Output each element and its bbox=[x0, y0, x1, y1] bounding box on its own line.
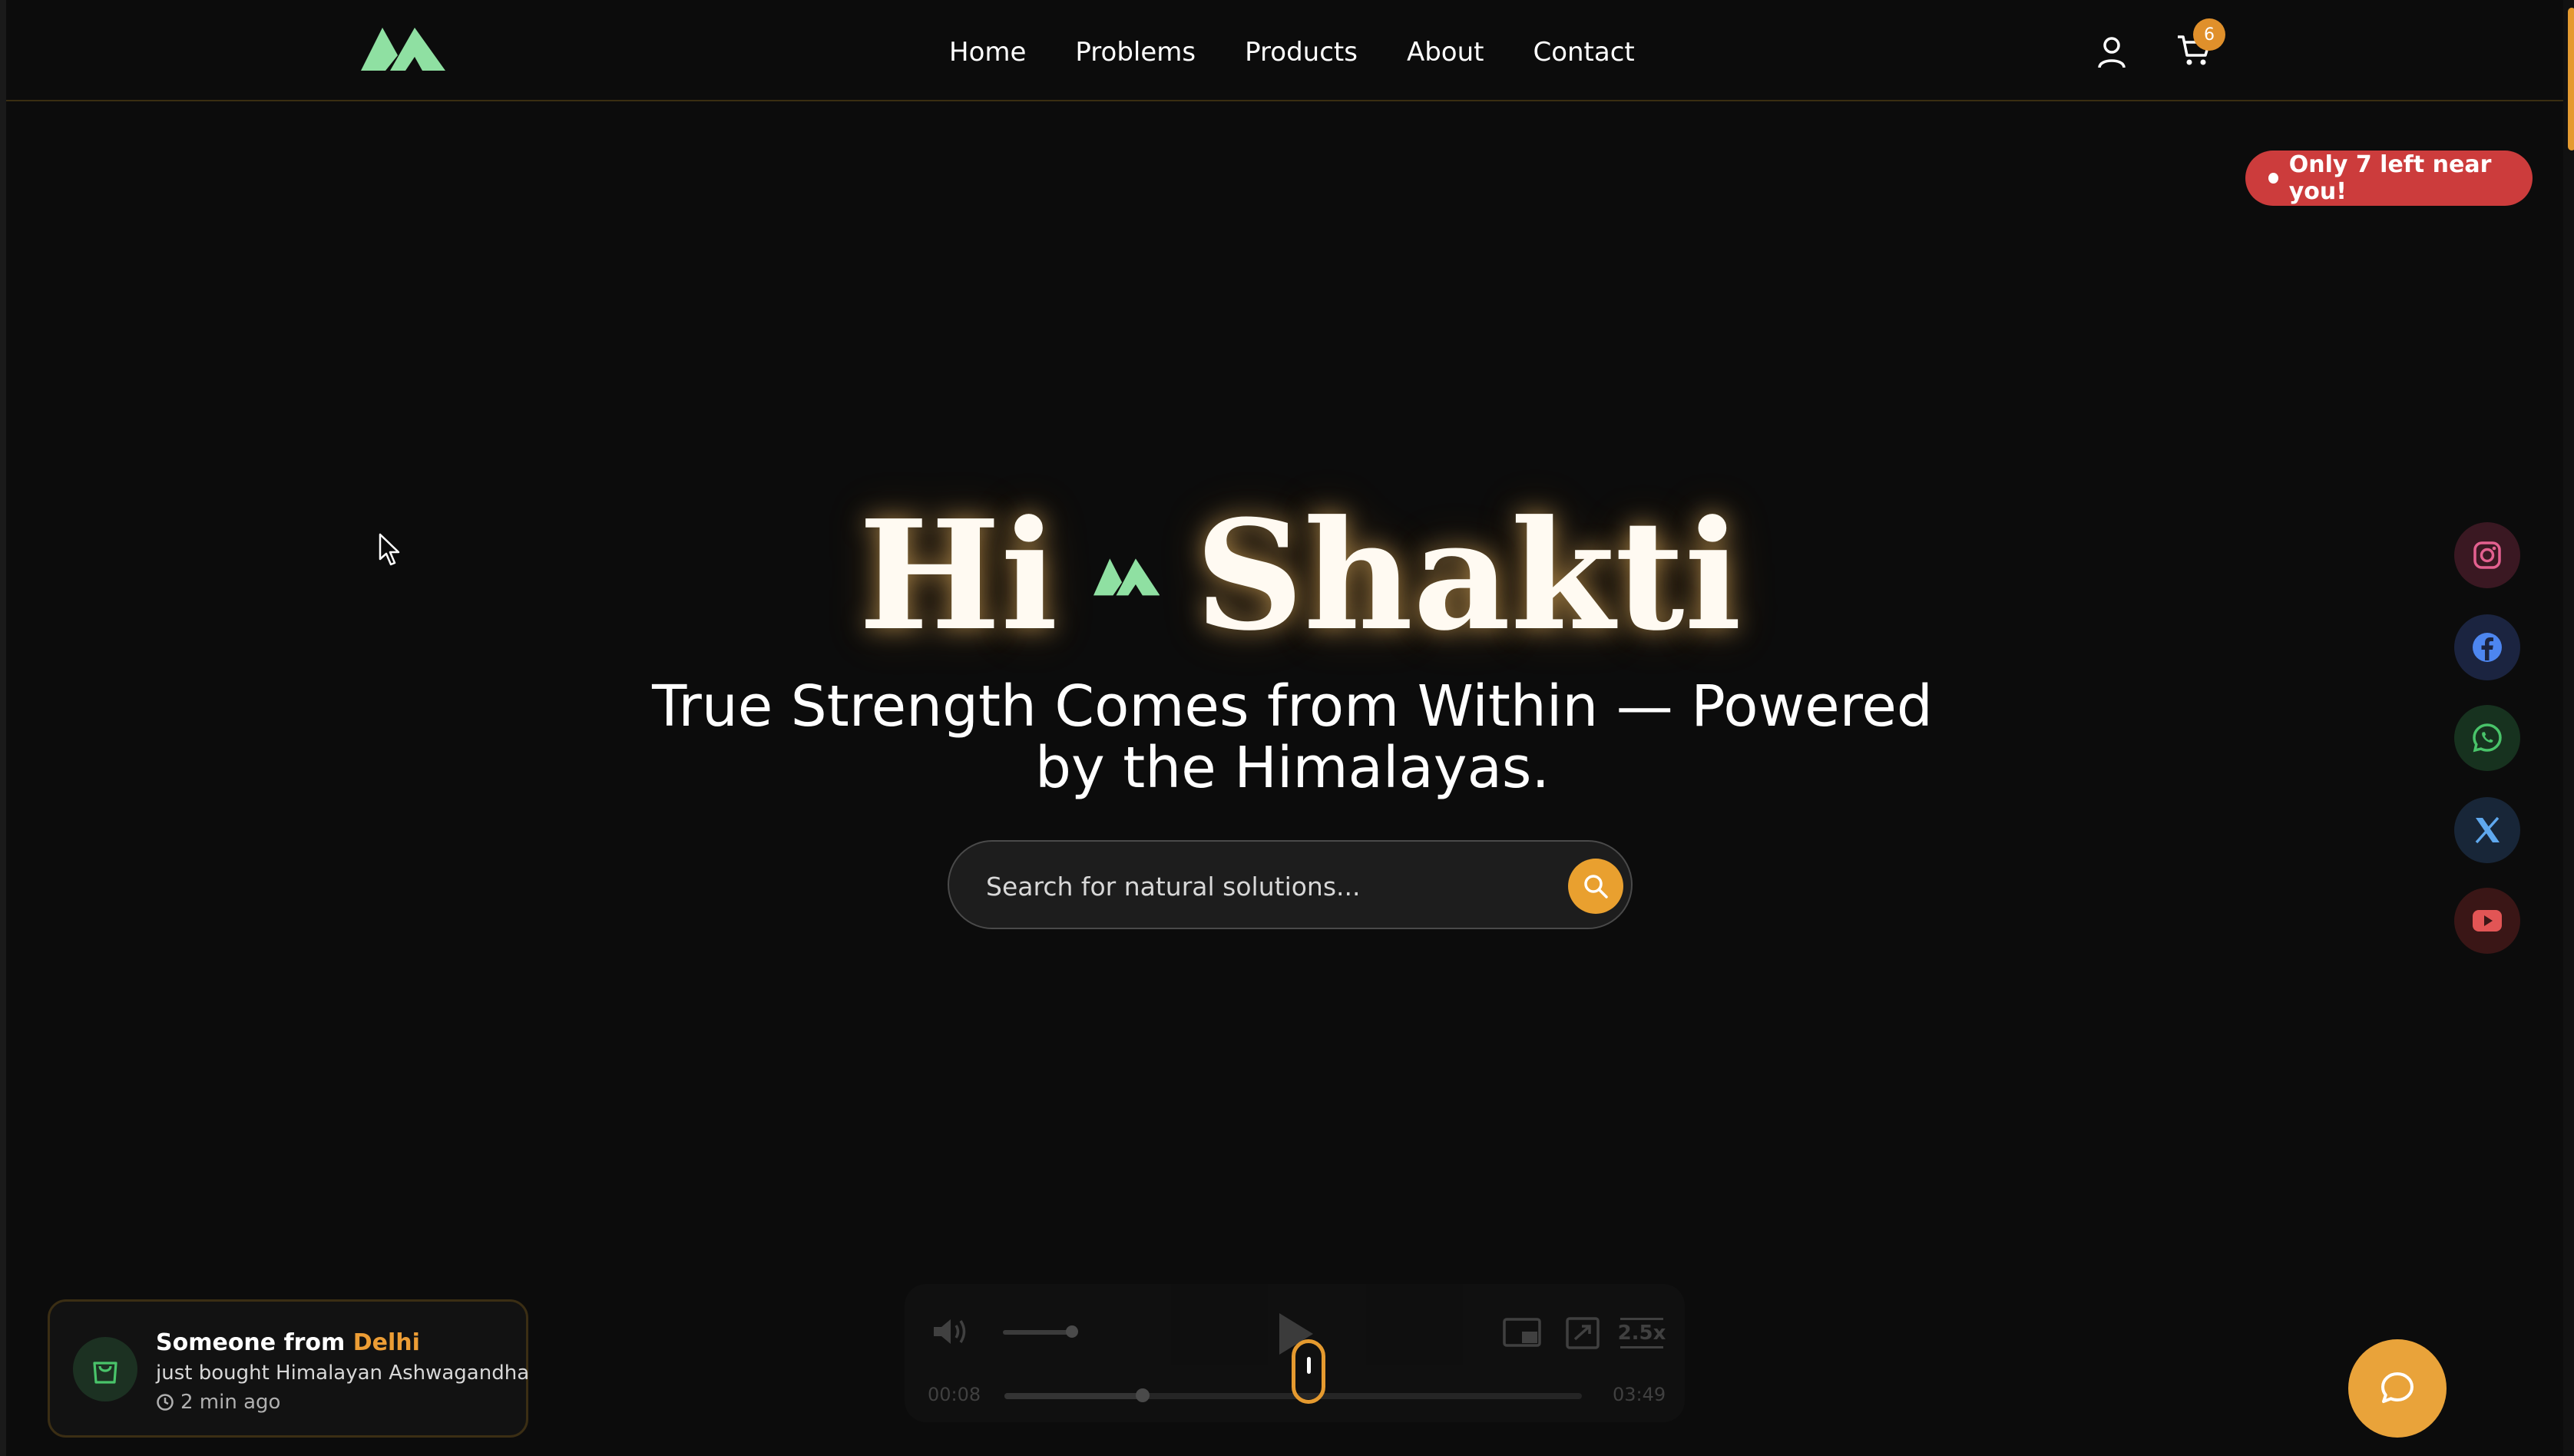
youtube-link[interactable] bbox=[2454, 888, 2520, 954]
mountain-logo-icon bbox=[1093, 558, 1160, 596]
hero-name: Shakti bbox=[1195, 488, 1742, 664]
x-icon bbox=[2475, 816, 2500, 844]
nav-link-products[interactable]: Products bbox=[1245, 37, 1358, 68]
top-navbar: Home Problems Products About Contact 6 bbox=[6, 0, 2563, 101]
page-scrollbar-thumb[interactable] bbox=[2568, 8, 2574, 151]
search-input[interactable] bbox=[986, 863, 1539, 909]
scroll-wheel bbox=[1307, 1357, 1311, 1374]
page-scrollbar-track[interactable] bbox=[2563, 0, 2574, 1456]
toast-time-text: 2 min ago bbox=[180, 1391, 281, 1414]
search-button[interactable] bbox=[1568, 859, 1623, 914]
facebook-icon bbox=[2473, 633, 2502, 662]
mountain-logo-icon[interactable] bbox=[361, 23, 445, 71]
whatsapp-icon bbox=[2473, 723, 2502, 753]
volume-icon[interactable] bbox=[931, 1316, 971, 1347]
stock-alert-badge: Only 7 left near you! bbox=[2245, 151, 2533, 206]
x-twitter-link[interactable] bbox=[2454, 797, 2520, 863]
toast-headline: Someone from Delhi bbox=[156, 1329, 420, 1356]
mouse-pointer-icon bbox=[379, 533, 400, 566]
page: Home Problems Products About Contact 6 O… bbox=[0, 0, 2574, 1456]
chat-bubble-icon bbox=[2381, 1372, 2414, 1403]
nav-link-home[interactable]: Home bbox=[949, 37, 1026, 68]
toast-time: 2 min ago bbox=[156, 1391, 280, 1414]
instagram-link[interactable] bbox=[2454, 522, 2520, 588]
whatsapp-link[interactable] bbox=[2454, 705, 2520, 771]
main-nav: Home Problems Products About Contact bbox=[949, 31, 1635, 74]
instagram-icon bbox=[2473, 541, 2501, 569]
chat-button[interactable] bbox=[2348, 1339, 2447, 1438]
hero-greeting: Hi bbox=[859, 488, 1058, 664]
hero-title: Hi Shakti bbox=[859, 488, 1742, 664]
video-seek-progress bbox=[1004, 1393, 1143, 1399]
nav-link-contact[interactable]: Contact bbox=[1533, 37, 1634, 68]
scroll-down-mouse-icon bbox=[1292, 1339, 1325, 1404]
hero-subtitle: True Strength Comes from Within — Powere… bbox=[652, 673, 1933, 801]
alert-dot-icon bbox=[2268, 173, 2278, 184]
shopping-bag-icon bbox=[73, 1337, 137, 1401]
search-icon bbox=[1584, 875, 1608, 898]
stock-alert-text: Only 7 left near you! bbox=[2288, 151, 2492, 205]
volume-slider[interactable] bbox=[1003, 1330, 1072, 1335]
user-account-icon[interactable] bbox=[2096, 35, 2127, 69]
picture-in-picture-icon[interactable] bbox=[1502, 1316, 1542, 1350]
cart-count-badge: 6 bbox=[2193, 18, 2225, 51]
duration-time: 03:49 bbox=[1613, 1384, 1666, 1405]
fullscreen-icon[interactable] bbox=[1565, 1316, 1600, 1350]
nav-link-about[interactable]: About bbox=[1407, 37, 1484, 68]
facebook-link[interactable] bbox=[2454, 614, 2520, 680]
nav-link-problems[interactable]: Problems bbox=[1075, 37, 1196, 68]
toast-city: Delhi bbox=[352, 1329, 420, 1356]
toast-prefix: Someone from bbox=[156, 1329, 346, 1356]
current-time: 00:08 bbox=[928, 1384, 981, 1405]
video-seek-knob[interactable] bbox=[1136, 1388, 1150, 1402]
toast-message: just bought Himalayan Ashwagandha bbox=[156, 1362, 530, 1385]
volume-slider-knob[interactable] bbox=[1066, 1325, 1078, 1338]
youtube-icon bbox=[2473, 910, 2502, 932]
clock-icon bbox=[157, 1394, 174, 1411]
purchase-notification[interactable]: Someone from Delhi just bought Himalayan… bbox=[48, 1299, 530, 1438]
playback-speed-button[interactable]: 2.5x bbox=[1618, 1318, 1666, 1348]
search-bar bbox=[948, 840, 1633, 929]
